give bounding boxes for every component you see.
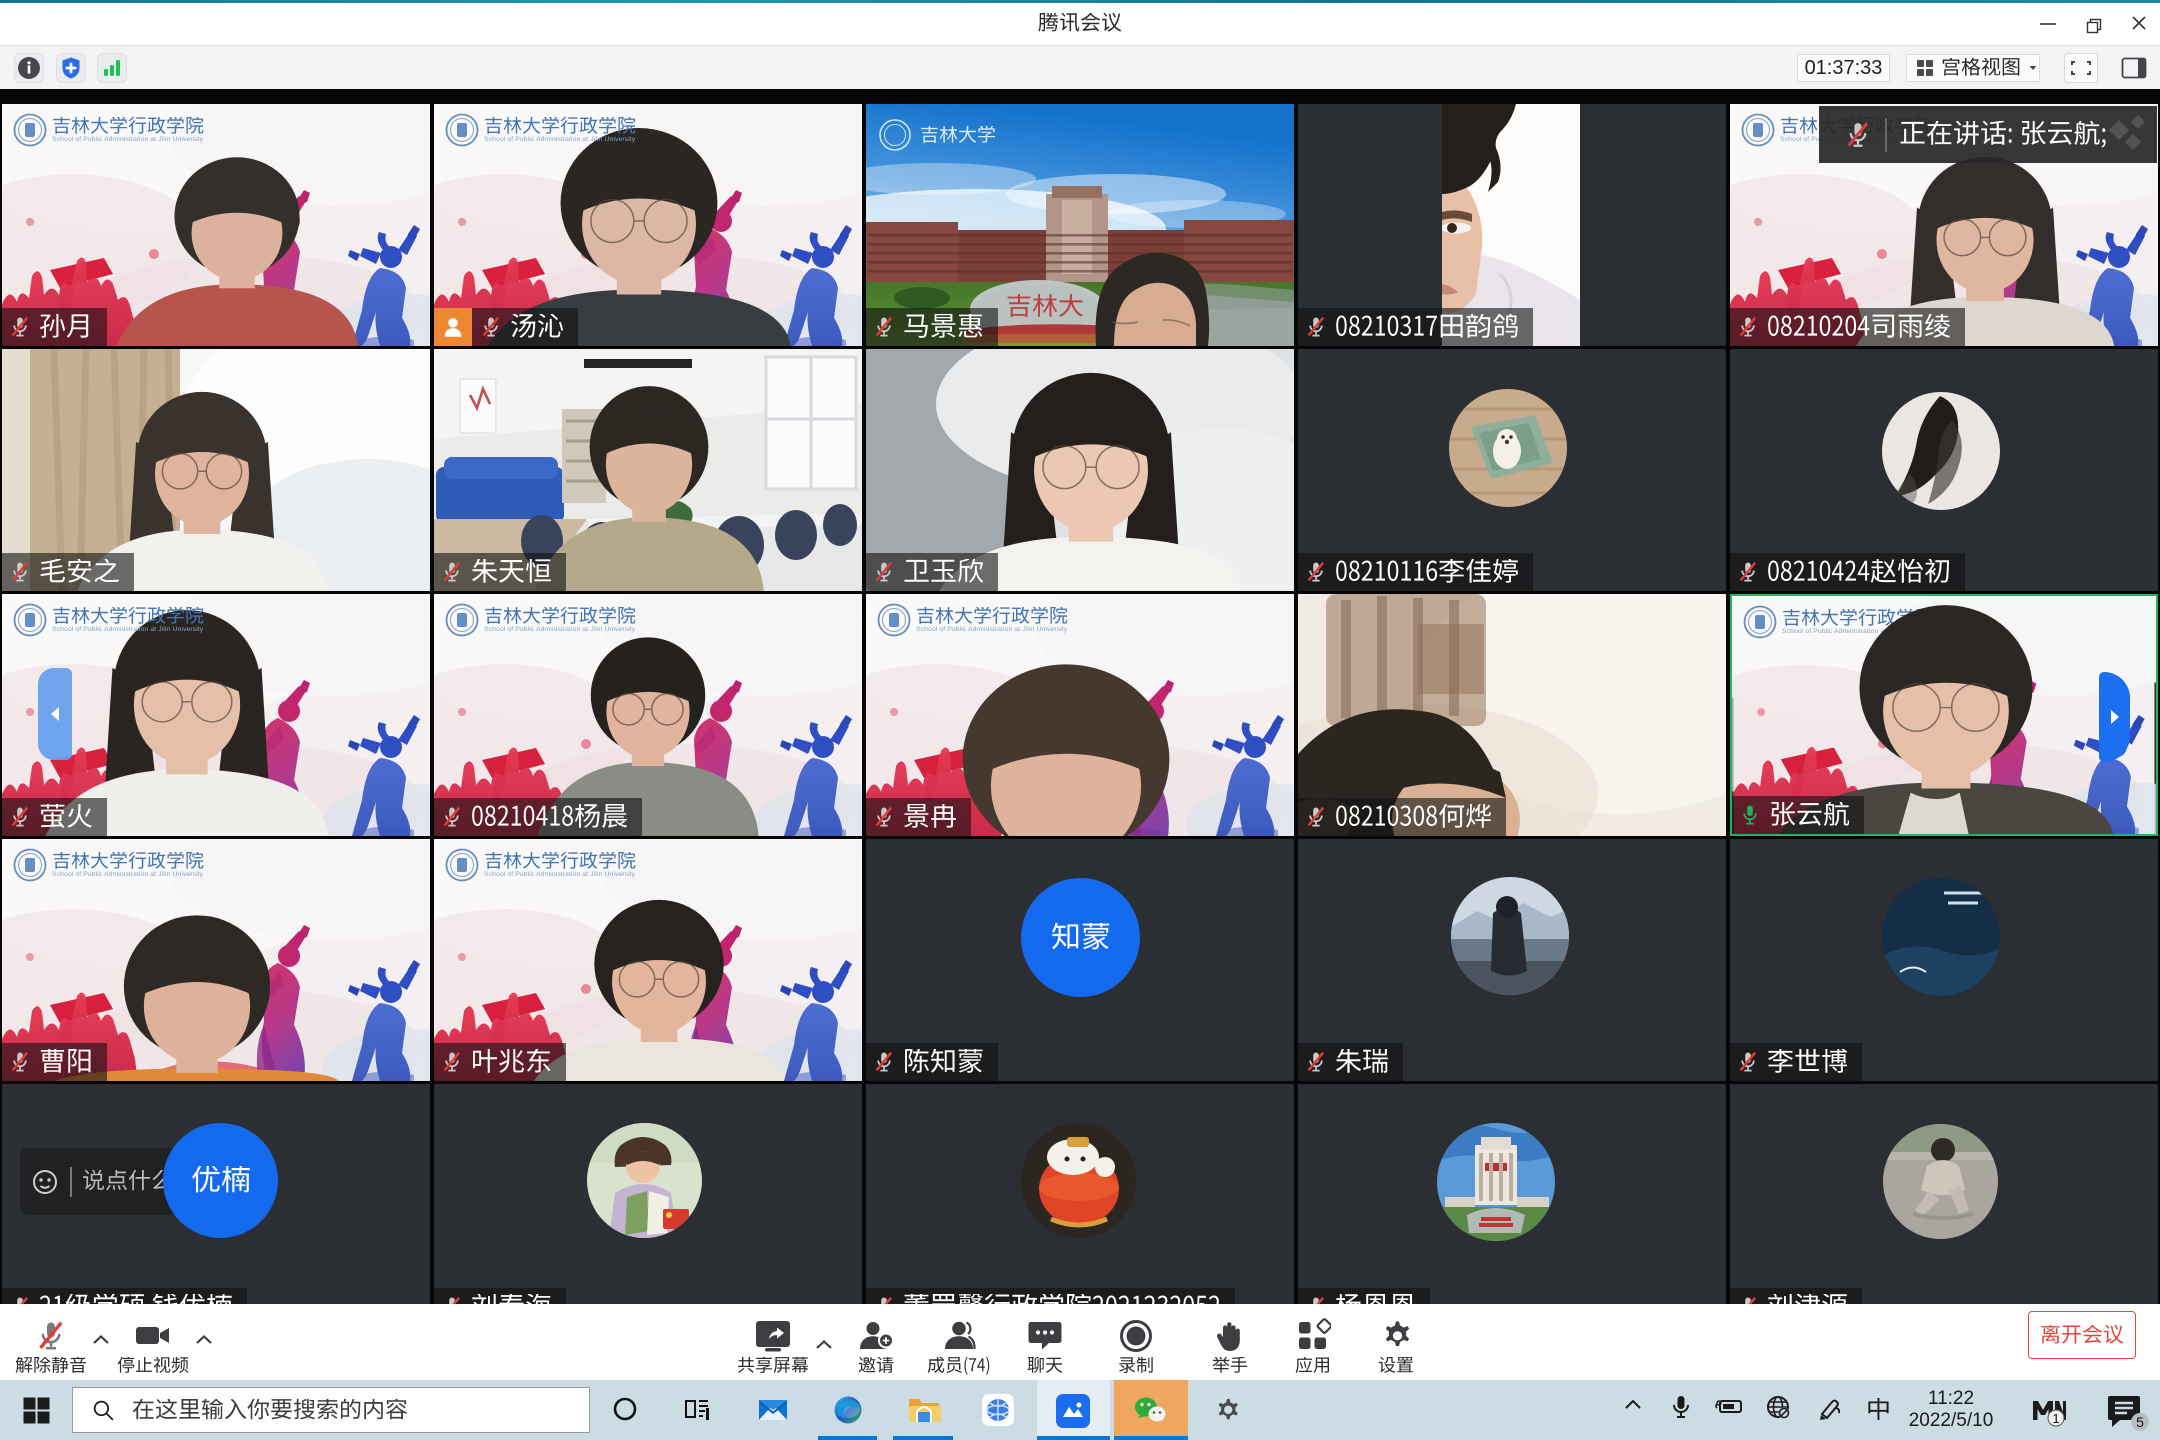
svg-text:5: 5 xyxy=(2136,1414,2144,1430)
svg-text:1: 1 xyxy=(2052,1411,2059,1426)
